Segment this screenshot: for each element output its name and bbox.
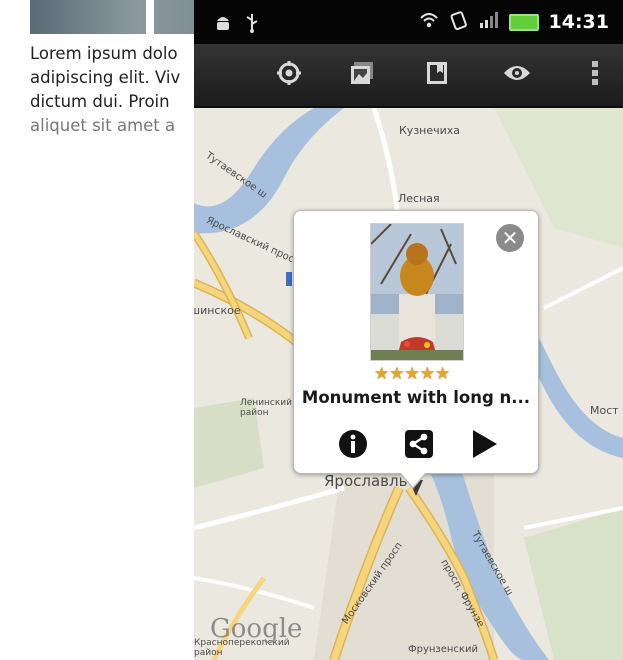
sync-icon — [449, 10, 469, 34]
star-icon: ★ — [389, 364, 405, 384]
map-label: Ярославль — [324, 472, 408, 490]
monument-photo[interactable] — [370, 223, 464, 361]
eye-button[interactable] — [496, 54, 538, 96]
google-logo: Google — [210, 614, 303, 644]
overflow-menu-icon — [591, 59, 599, 91]
status-bar: 14:31 — [194, 0, 623, 44]
close-button[interactable]: ✕ — [496, 224, 524, 252]
map-label: Кузнечиха — [399, 124, 461, 137]
map-label: шинское — [194, 304, 241, 317]
star-icon: ★ — [374, 364, 390, 384]
play-icon — [470, 430, 498, 463]
bookmark-button[interactable] — [416, 54, 458, 96]
popup-actions — [338, 429, 498, 463]
poi-title[interactable]: Monument with long n... — [294, 388, 538, 407]
share-icon — [405, 430, 433, 462]
eye-icon — [503, 63, 531, 87]
map-label: Лесная — [398, 192, 440, 205]
star-icon: ★ — [404, 364, 420, 384]
locate-button[interactable] — [268, 54, 310, 96]
locate-icon — [276, 60, 302, 90]
share-button[interactable] — [405, 430, 433, 462]
info-button[interactable] — [338, 429, 368, 463]
signal-icon — [479, 11, 499, 33]
star-icon: ★ — [435, 364, 451, 384]
map-label: Мост — [590, 404, 619, 417]
star-icon: ★ — [419, 364, 435, 384]
map-label: Фрунзенский — [408, 644, 478, 655]
android-icon — [214, 13, 232, 37]
gallery-icon — [349, 60, 375, 90]
status-clock: 14:31 — [548, 11, 609, 33]
close-icon: ✕ — [501, 226, 519, 250]
action-bar — [194, 44, 623, 108]
battery-icon — [508, 13, 539, 31]
wifi-icon — [419, 11, 439, 33]
overflow-menu-button[interactable] — [574, 54, 616, 96]
gallery-button[interactable] — [341, 54, 383, 96]
bookmark-icon — [424, 60, 450, 90]
poi-popup: ✕ ★ ★ ★ ★ ★ Monument with long n... — [293, 210, 539, 489]
rating-stars: ★ ★ ★ ★ ★ — [374, 365, 450, 383]
phone-screen: 14:31 Кузнечиха Лесная Тутаевское ш Ярос… — [194, 0, 623, 660]
map-label: Ленинский район — [240, 398, 293, 418]
usb-icon — [244, 13, 260, 37]
play-button[interactable] — [470, 429, 498, 463]
popup-tail — [401, 473, 425, 487]
info-icon — [338, 430, 368, 463]
